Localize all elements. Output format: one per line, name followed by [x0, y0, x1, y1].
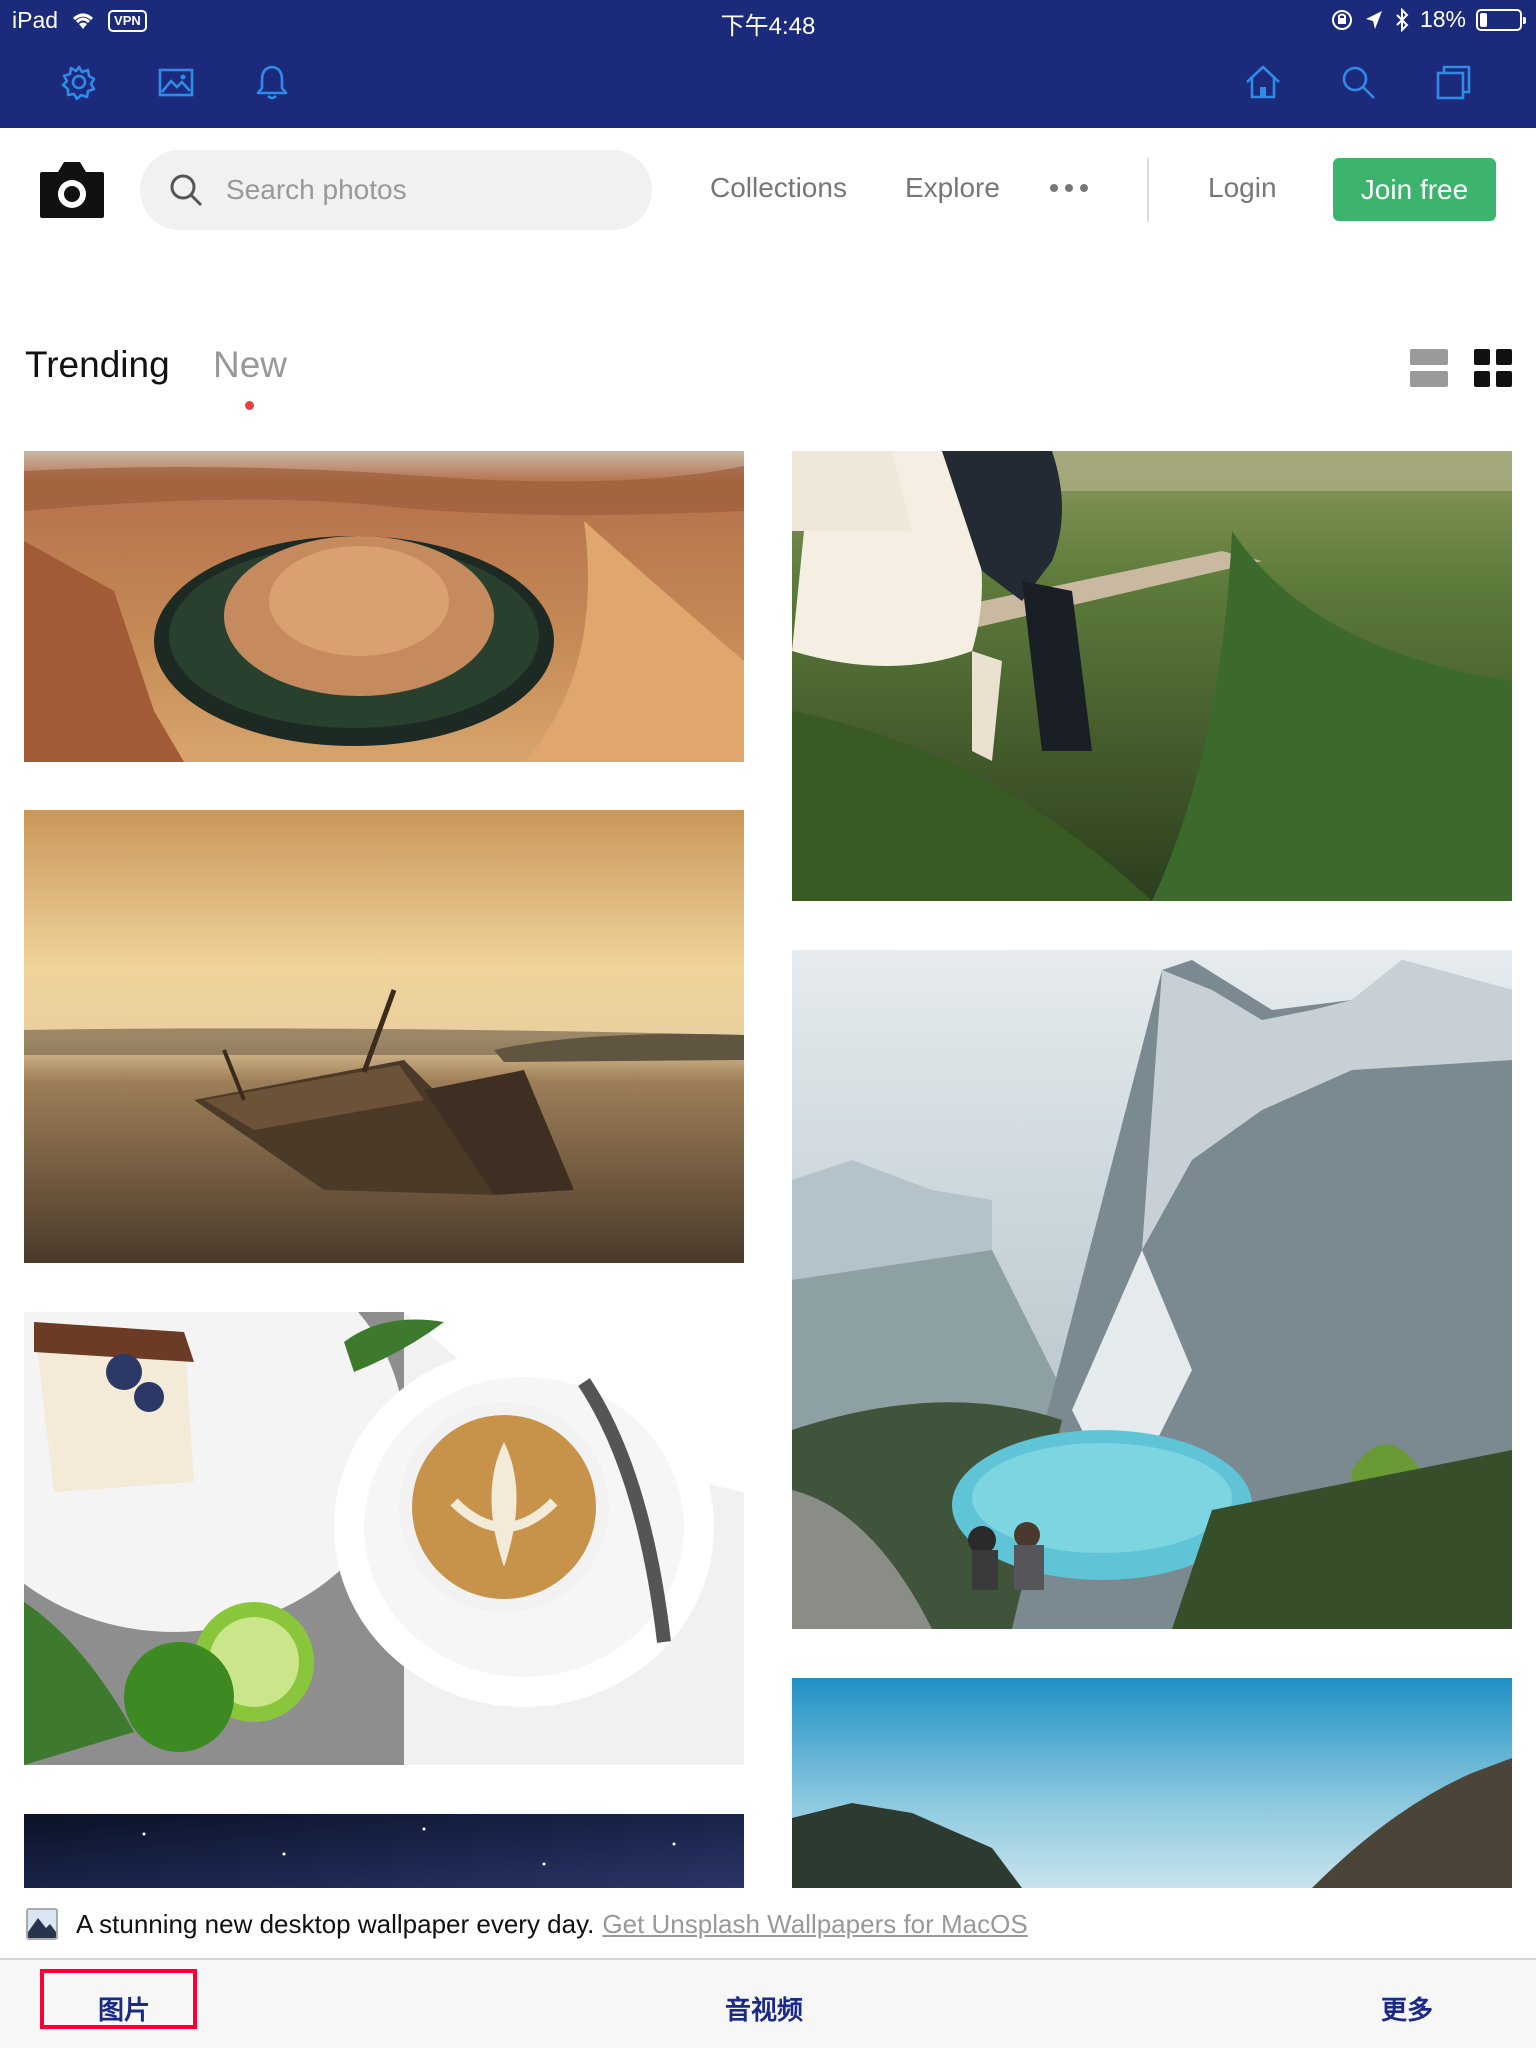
- orientation-lock-icon: [1331, 9, 1352, 30]
- home-icon: [1246, 65, 1280, 99]
- gear-icon: [61, 65, 96, 101]
- search-icon: [1342, 66, 1375, 99]
- tabs-icon: [1436, 65, 1471, 100]
- search-button[interactable]: [1336, 60, 1380, 104]
- battery-icon: [1476, 8, 1526, 31]
- search-bar[interactable]: [140, 150, 652, 230]
- home-button[interactable]: [1241, 60, 1285, 104]
- wedding-couple-photo[interactable]: [792, 451, 1512, 901]
- tab-photos[interactable]: 图片: [98, 1990, 150, 2027]
- tab-trending[interactable]: Trending: [25, 344, 170, 386]
- blue-sky-photo[interactable]: [792, 1678, 1512, 1888]
- canyon-photo[interactable]: [24, 451, 744, 762]
- bell-icon: [256, 65, 288, 100]
- dot: [1080, 184, 1088, 192]
- tabs-button[interactable]: [1431, 60, 1475, 104]
- settings-button[interactable]: [57, 60, 101, 104]
- login-link[interactable]: Login: [1208, 172, 1277, 204]
- grid-view-icon: [1496, 349, 1512, 365]
- join-free-button[interactable]: Join free: [1333, 158, 1496, 221]
- bottom-tab-bar: 图片 音视频 更多: [0, 1958, 1536, 2048]
- camera-icon: [40, 162, 104, 218]
- tab-new[interactable]: New: [213, 344, 287, 386]
- battery-percent: 18%: [1419, 6, 1466, 32]
- grid-view-button[interactable]: [1474, 349, 1512, 387]
- wallpaper-banner: A stunning new desktop wallpaper every d…: [0, 1888, 1536, 1958]
- images-button[interactable]: [154, 60, 198, 104]
- grid-view-icon: [1474, 371, 1490, 387]
- site-header: Collections Explore Login Join free: [0, 128, 1536, 252]
- grid-view-icon: [1474, 349, 1490, 365]
- explore-link[interactable]: Explore: [905, 172, 1000, 204]
- list-view-icon: [1410, 371, 1448, 387]
- notifications-button[interactable]: [250, 60, 294, 104]
- status-time: 下午4:48: [720, 13, 816, 40]
- header-divider: [1147, 158, 1149, 222]
- wallpaper-app-icon: [26, 1908, 58, 1940]
- dot: [1065, 184, 1073, 192]
- image-icon: [158, 68, 194, 97]
- list-view-icon: [1410, 349, 1448, 365]
- bluetooth-icon: [1396, 7, 1409, 32]
- night-sky-photo[interactable]: [24, 1814, 744, 1888]
- list-view-button[interactable]: [1410, 349, 1448, 387]
- more-menu-button[interactable]: [1050, 184, 1088, 192]
- active-tab-indicator: [245, 401, 254, 410]
- app-top-bar: iPad VPN 下午4:48 18%: [0, 0, 1536, 128]
- tab-more[interactable]: 更多: [1381, 1990, 1433, 2027]
- unsplash-logo[interactable]: [38, 158, 106, 220]
- mountain-lake-photo[interactable]: [792, 950, 1512, 1629]
- search-input[interactable]: [226, 166, 626, 214]
- coffee-photo[interactable]: [24, 1312, 744, 1765]
- wallpaper-download-link[interactable]: Get Unsplash Wallpapers for MacOS: [602, 1909, 1027, 1939]
- search-icon: [170, 174, 203, 207]
- status-bar: iPad VPN 下午4:48 18%: [0, 0, 1536, 40]
- location-icon: [1365, 10, 1382, 29]
- battery-level: [1480, 12, 1487, 27]
- banner-text: A stunning new desktop wallpaper every d…: [76, 1909, 1028, 1940]
- dot: [1050, 184, 1058, 192]
- collections-link[interactable]: Collections: [710, 172, 847, 204]
- tab-media[interactable]: 音视频: [725, 1990, 803, 2027]
- banner-message: A stunning new desktop wallpaper every d…: [76, 1909, 595, 1939]
- shipwreck-photo[interactable]: [24, 810, 744, 1263]
- grid-view-icon: [1496, 371, 1512, 387]
